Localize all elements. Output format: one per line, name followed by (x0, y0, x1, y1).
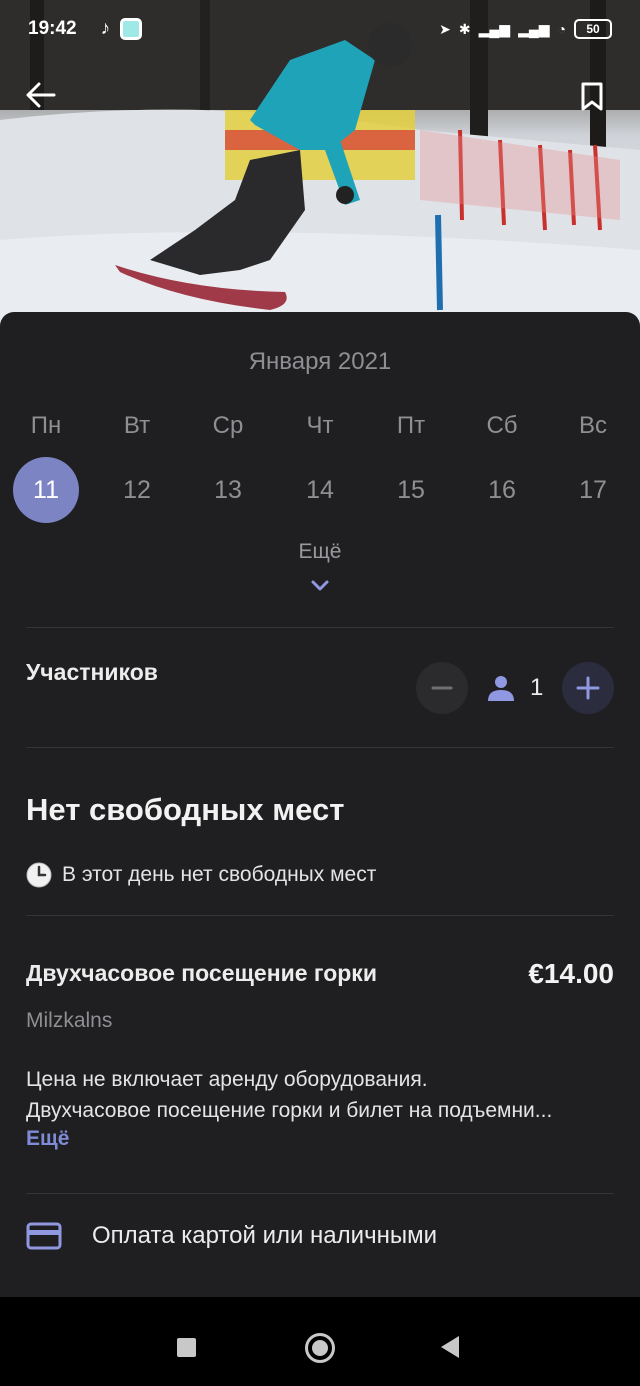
status-bar: 19:42 ♪ ➤ ✱ ▂▄▆ ▂▄▆ ◔ 50 (0, 0, 640, 58)
divider (26, 627, 614, 628)
signal-icon: ▂▄▆ (478, 20, 511, 37)
product-description-line: Двухчасовое посещение горки и билет на п… (26, 1099, 553, 1122)
bookmark-icon (581, 82, 603, 111)
calendar-day[interactable]: 16 (469, 457, 535, 523)
weekday-label: Чт (306, 412, 334, 439)
weekday-label: Пн (30, 412, 62, 439)
bookmark-button[interactable] (580, 82, 620, 122)
read-more-link[interactable]: Ещё (26, 1127, 69, 1151)
payment-method-label: Оплата картой или наличными (92, 1222, 437, 1249)
decrease-participants-button[interactable] (416, 662, 468, 714)
back-button[interactable] (26, 82, 66, 122)
recent-apps-button[interactable] (177, 1338, 196, 1357)
calendar-day[interactable]: 13 (195, 457, 261, 523)
weekday-label: Пт (396, 412, 426, 439)
divider (26, 747, 614, 748)
calendar-day[interactable]: 17 (560, 457, 626, 523)
bluetooth-icon: ✱ (458, 20, 471, 37)
battery-icon: 50 (574, 19, 612, 39)
product-name: Двухчасовое посещение горки (26, 960, 377, 986)
product-provider: Milzkalns (26, 1009, 113, 1032)
chevron-down-icon[interactable] (308, 576, 332, 596)
availability-title: Нет свободных мест (26, 792, 345, 827)
clock-icon (26, 862, 52, 888)
signal-roaming-icon: ▂▄▆ (518, 20, 550, 37)
booking-sheet: Января 2021 Пн Вт Ср Чт Пт Сб Вс 11 12 1… (0, 312, 640, 1297)
calendar-day-selected[interactable]: 11 (13, 457, 79, 523)
participants-stepper: 1 (416, 662, 614, 714)
availability-message: В этот день нет свободных мест (62, 863, 377, 886)
increase-participants-button[interactable] (562, 662, 614, 714)
system-back-button[interactable] (441, 1336, 459, 1358)
hero-photo: 19:42 ♪ ➤ ✱ ▂▄▆ ▂▄▆ ◔ 50 (0, 0, 640, 340)
app-notification-icon (120, 18, 143, 40)
divider (26, 1193, 614, 1194)
status-time: 19:42 (28, 18, 77, 39)
minus-icon (431, 686, 453, 690)
calendar-day[interactable]: 15 (378, 457, 444, 523)
plus-icon (576, 676, 600, 700)
participants-label: Участников (26, 659, 158, 685)
home-button[interactable] (305, 1333, 335, 1363)
calendar-day[interactable]: 14 (287, 457, 353, 523)
divider (26, 915, 614, 916)
participants-count: 1 (530, 674, 544, 701)
credit-card-icon (26, 1222, 62, 1250)
weekday-label: Вт (123, 412, 151, 439)
system-navigation-bar (0, 1298, 640, 1386)
home-icon (312, 1340, 328, 1356)
tiktok-icon: ♪ (100, 18, 111, 39)
person-icon (488, 676, 514, 701)
availability-message-row: В этот день нет свободных мест (26, 862, 376, 888)
weekday-label: Вс (578, 412, 607, 439)
product-description: Цена не включает аренду оборудования. Дв… (26, 1064, 616, 1126)
payment-method-row: Оплата картой или наличными (26, 1222, 437, 1250)
location-icon: ➤ (439, 20, 451, 37)
wifi-icon: ◔ (557, 21, 566, 37)
more-dates-button[interactable]: Ещё (0, 540, 640, 564)
product-price: €14.00 (528, 958, 614, 989)
calendar-month-label: Января 2021 (248, 348, 392, 375)
product-description-line: Цена не включает аренду оборудования. (26, 1068, 428, 1091)
weekday-label: Ср (212, 412, 244, 439)
weekday-label: Сб (486, 412, 518, 439)
calendar-day[interactable]: 12 (104, 457, 170, 523)
arrow-left-icon (26, 82, 56, 108)
